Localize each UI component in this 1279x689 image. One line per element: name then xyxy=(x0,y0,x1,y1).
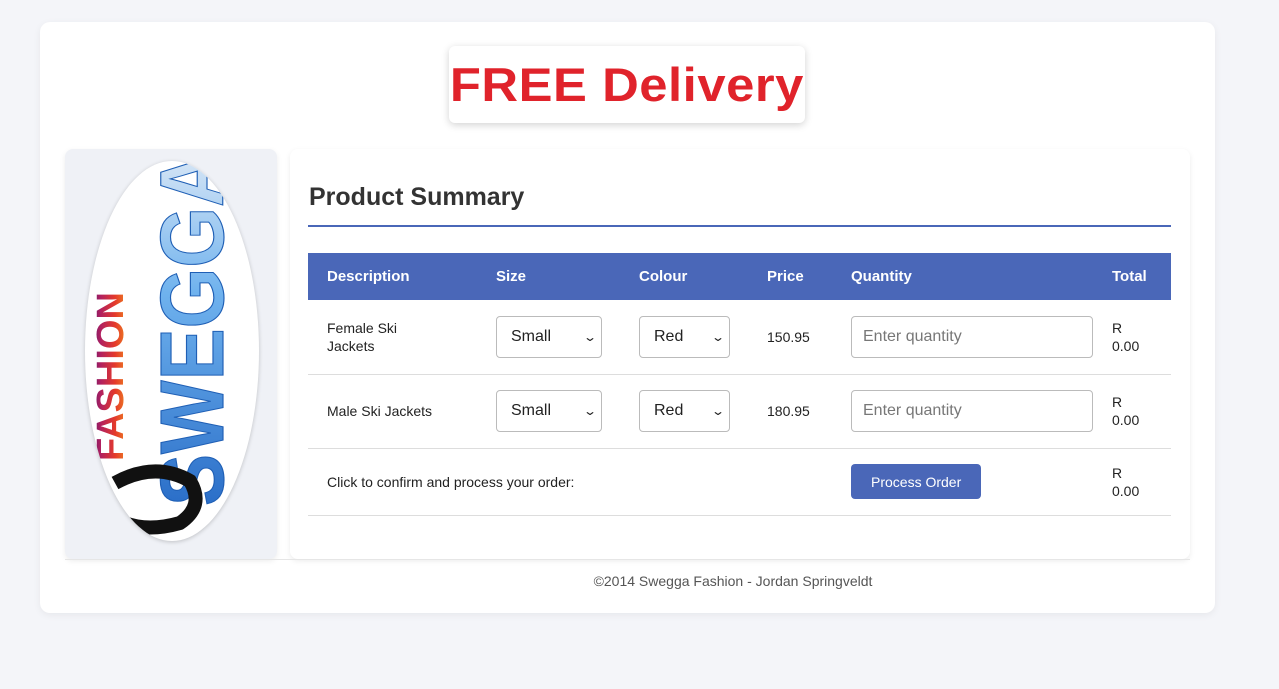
row-description: Female Ski Jackets xyxy=(308,300,477,375)
chevron-down-icon: ⌄ xyxy=(710,329,726,344)
banner-text: FREE Delivery xyxy=(449,58,805,111)
logo-image: FASHION SWEGGA xyxy=(90,161,243,535)
size-select-value: Small xyxy=(511,327,552,345)
row-price: 180.95 xyxy=(748,374,832,449)
grand-total: R 0.00 xyxy=(1093,448,1171,516)
chevron-down-icon: ⌄ xyxy=(582,329,598,344)
size-select[interactable]: Small ⌄ xyxy=(496,315,602,358)
page-title: Product Summary xyxy=(309,183,525,211)
logo-panel: FASHION SWEGGA xyxy=(65,149,277,559)
row-total-currency: R xyxy=(1112,319,1123,336)
col-quantity: Quantity xyxy=(851,268,912,285)
main-card: FREE Delivery FASHION SWEGGA Product Sum… xyxy=(40,22,1215,613)
logo-swegga-text: SWEGGA xyxy=(142,161,242,506)
col-description: Description xyxy=(327,268,410,285)
size-select[interactable]: Small ⌄ xyxy=(496,390,602,432)
row-total-currency: R xyxy=(1112,394,1123,410)
process-order-button[interactable]: Process Order xyxy=(851,464,982,499)
grand-total-currency: R xyxy=(1112,464,1123,481)
table-row: Female Ski Jackets Small ⌄ Red ⌄ 150.95 … xyxy=(308,300,1171,375)
product-summary-panel: Product Summary Description Size Colour … xyxy=(290,149,1190,559)
table-header-row: Description Size Colour Price Quantity T… xyxy=(308,253,1171,300)
chevron-down-icon: ⌄ xyxy=(582,404,598,418)
colour-select[interactable]: Red ⌄ xyxy=(639,315,730,358)
row-price: 150.95 xyxy=(748,300,832,375)
quantity-input[interactable] xyxy=(851,315,1093,358)
col-total: Total xyxy=(1112,268,1147,285)
grand-total-value: 0.00 xyxy=(1112,482,1140,499)
row-total: R 0.00 xyxy=(1093,374,1171,449)
row-total: R 0.00 xyxy=(1093,300,1171,375)
col-colour: Colour xyxy=(639,268,688,285)
footer-copyright: ©2014 Swegga Fashion - Jordan Springveld… xyxy=(593,573,873,589)
row-description: Male Ski Jackets xyxy=(308,374,477,449)
row-total-value: 0.00 xyxy=(1112,337,1140,354)
col-price: Price xyxy=(767,268,804,285)
swegga-fashion-logo: FASHION SWEGGA xyxy=(85,161,259,541)
footer-divider xyxy=(65,559,1190,560)
title-divider xyxy=(308,225,1171,227)
confirm-row: Click to confirm and process your order:… xyxy=(308,448,1171,516)
colour-select-value: Red xyxy=(654,402,684,419)
quantity-input[interactable] xyxy=(851,390,1093,432)
table-row: Male Ski Jackets Small ⌄ Red ⌄ 180.95 En… xyxy=(308,374,1171,449)
colour-select-value: Red xyxy=(654,327,684,345)
product-table: Description Size Colour Price Quantity T… xyxy=(308,253,1171,516)
size-select-value: Small xyxy=(511,402,552,419)
row-total-value: 0.00 xyxy=(1112,412,1140,428)
chevron-down-icon: ⌄ xyxy=(710,404,726,418)
confirm-text: Click to confirm and process your order: xyxy=(308,448,832,516)
col-size: Size xyxy=(496,268,527,285)
free-delivery-banner: FREE Delivery xyxy=(449,46,805,123)
logo-fashion-text: FASHION xyxy=(90,292,132,461)
colour-select[interactable]: Red ⌄ xyxy=(639,390,730,432)
